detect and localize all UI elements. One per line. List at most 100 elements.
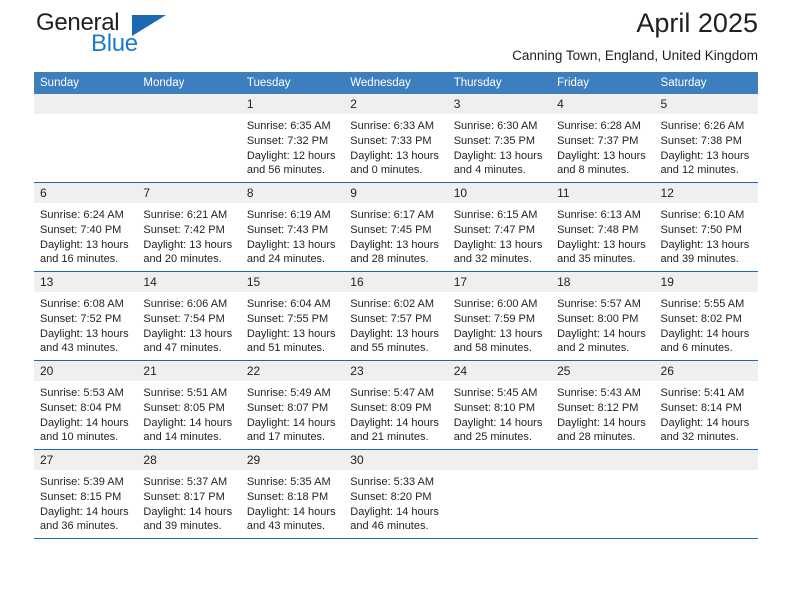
calendar-day-cell[interactable]: 25 Sunrise: 5:43 AM Sunset: 8:12 PM Dayligh… [551,361,655,450]
daylight-text-line2: and 47 minutes. [143,342,222,355]
calendar-day-cell[interactable]: 30 Sunrise: 5:33 AM Sunset: 8:20 PM Dayligh… [344,450,448,539]
sunrise-text: Sunrise: 6:24 AM [40,209,124,221]
brand-name-blue: Blue [91,30,138,57]
sunset-text: Sunset: 7:55 PM [246,312,329,325]
weekday-header-sunday: Sunday [34,72,138,94]
calendar-day-cell[interactable]: 23 Sunrise: 5:47 AM Sunset: 8:09 PM Dayligh… [344,361,448,450]
day-number: 21 [137,361,241,381]
sunrise-text: Sunrise: 6:21 AM [143,209,228,221]
sunset-text: Sunset: 7:52 PM [40,312,122,325]
daylight-text-line1: Daylight: 12 hours [246,149,336,162]
day-number: 6 [34,183,138,203]
sunrise-text: Sunrise: 6:19 AM [246,209,331,221]
sunrise-text: Sunrise: 5:41 AM [660,387,745,399]
daylight-text-line1: Daylight: 14 hours [557,327,646,340]
calendar-day-cell[interactable]: 6 Sunrise: 6:24 AM Sunset: 7:40 PM Daylight… [34,183,138,272]
calendar-day-cell[interactable]: 16 Sunrise: 6:02 AM Sunset: 7:57 PM Dayligh… [344,272,448,361]
weekday-header-wednesday: Wednesday [344,72,448,94]
day-details: Sunrise: 5:47 AM Sunset: 8:09 PM Daylight:… [344,381,447,445]
day-number [137,94,241,114]
day-details [34,114,137,119]
weekday-header-monday: Monday [137,72,241,94]
day-details: Sunrise: 6:24 AM Sunset: 7:40 PM Daylight:… [34,203,137,267]
sunrise-text: Sunrise: 5:53 AM [40,387,124,399]
calendar-day-cell[interactable]: 15 Sunrise: 6:04 AM Sunset: 7:55 PM Dayligh… [240,272,345,361]
sunrise-text: Sunrise: 6:06 AM [143,298,228,310]
calendar-day-cell[interactable]: 10 Sunrise: 6:15 AM Sunset: 7:47 PM Dayligh… [447,183,552,272]
daylight-text-line2: and 20 minutes. [143,253,222,266]
day-details: Sunrise: 6:33 AM Sunset: 7:33 PM Daylight:… [344,114,447,178]
daylight-text-line2: and 6 minutes. [660,342,733,355]
day-number: 1 [240,94,345,114]
weekday-header-saturday: Saturday [654,72,758,94]
day-details: Sunrise: 5:33 AM Sunset: 8:20 PM Daylight:… [344,470,447,534]
day-number [34,94,138,114]
sunrise-text: Sunrise: 5:55 AM [660,298,745,310]
day-number: 15 [240,272,345,292]
day-number: 17 [447,272,552,292]
calendar-week-row: 1 Sunrise: 6:35 AM Sunset: 7:32 PM Daylight… [34,94,758,183]
calendar-day-cell[interactable]: 27 Sunrise: 5:39 AM Sunset: 8:15 PM Dayligh… [34,450,138,539]
daylight-text-line2: and 21 minutes. [350,431,429,444]
calendar-day-cell[interactable]: 26 Sunrise: 5:41 AM Sunset: 8:14 PM Dayligh… [654,361,758,450]
calendar-day-cell[interactable]: 4 Sunrise: 6:28 AM Sunset: 7:37 PM Daylight… [551,94,655,183]
calendar-day-cell[interactable]: 11 Sunrise: 6:13 AM Sunset: 7:48 PM Dayligh… [551,183,655,272]
calendar-day-cell[interactable]: 29 Sunrise: 5:35 AM Sunset: 8:18 PM Dayligh… [240,450,345,539]
calendar-day-cell-empty [654,450,758,539]
day-details: Sunrise: 6:19 AM Sunset: 7:43 PM Daylight:… [241,203,344,267]
calendar-day-cell[interactable]: 20 Sunrise: 5:53 AM Sunset: 8:04 PM Dayligh… [34,361,138,450]
daylight-text-line1: Daylight: 13 hours [143,327,233,340]
calendar-day-cell[interactable]: 2 Sunrise: 6:33 AM Sunset: 7:33 PM Daylight… [344,94,448,183]
sunset-text: Sunset: 8:04 PM [40,401,122,414]
daylight-text-line2: and 43 minutes. [40,342,119,355]
calendar-day-cell[interactable]: 17 Sunrise: 6:00 AM Sunset: 7:59 PM Dayligh… [447,272,552,361]
sunset-text: Sunset: 7:38 PM [660,134,742,147]
sunrise-sunset-calendar: Sunday Monday Tuesday Wednesday Thursday Frid… [34,72,758,539]
day-number: 28 [137,450,241,470]
sunrise-text: Sunrise: 5:39 AM [40,476,124,488]
daylight-text-line2: and 39 minutes. [143,520,222,533]
sunrise-text: Sunrise: 5:37 AM [143,476,228,488]
daylight-text-line1: Daylight: 14 hours [350,416,439,429]
calendar-week-row: 20 Sunrise: 5:53 AM Sunset: 8:04 PM Dayligh… [34,361,758,450]
daylight-text-line1: Daylight: 14 hours [246,416,336,429]
calendar-day-cell[interactable]: 22 Sunrise: 5:49 AM Sunset: 8:07 PM Dayligh… [240,361,345,450]
calendar-day-cell[interactable]: 3 Sunrise: 6:30 AM Sunset: 7:35 PM Daylight… [447,94,552,183]
calendar-day-cell[interactable]: 19 Sunrise: 5:55 AM Sunset: 8:02 PM Dayligh… [654,272,758,361]
title-block: April 2025 Canning Town, England, United… [512,6,758,67]
calendar-week-row: 27 Sunrise: 5:39 AM Sunset: 8:15 PM Dayligh… [34,450,758,539]
day-number: 24 [447,361,552,381]
calendar-day-cell[interactable]: 24 Sunrise: 5:45 AM Sunset: 8:10 PM Dayligh… [447,361,552,450]
calendar-day-cell[interactable]: 13 Sunrise: 6:08 AM Sunset: 7:52 PM Dayligh… [34,272,138,361]
calendar-body: 1 Sunrise: 6:35 AM Sunset: 7:32 PM Daylight… [34,94,758,539]
day-details: Sunrise: 6:30 AM Sunset: 7:35 PM Daylight:… [448,114,551,178]
day-number: 14 [137,272,241,292]
daylight-text-line2: and 4 minutes. [453,164,526,177]
day-details: Sunrise: 6:15 AM Sunset: 7:47 PM Daylight:… [448,203,551,267]
day-number: 11 [551,183,655,203]
day-number: 23 [344,361,448,381]
calendar-day-cell[interactable]: 21 Sunrise: 5:51 AM Sunset: 8:05 PM Dayligh… [137,361,241,450]
calendar-day-cell[interactable]: 12 Sunrise: 6:10 AM Sunset: 7:50 PM Dayligh… [654,183,758,272]
sunset-text: Sunset: 8:12 PM [557,401,639,414]
calendar-day-cell[interactable]: 8 Sunrise: 6:19 AM Sunset: 7:43 PM Daylight… [240,183,345,272]
calendar-day-cell[interactable]: 5 Sunrise: 6:26 AM Sunset: 7:38 PM Daylight… [654,94,758,183]
calendar-day-cell[interactable]: 9 Sunrise: 6:17 AM Sunset: 7:45 PM Daylight… [344,183,448,272]
sunrise-text: Sunrise: 6:13 AM [557,209,641,221]
day-number: 20 [34,361,138,381]
calendar-day-cell[interactable]: 1 Sunrise: 6:35 AM Sunset: 7:32 PM Daylight… [240,94,345,183]
calendar-header: Sunday Monday Tuesday Wednesday Thursday Frid… [34,72,758,94]
daylight-text-line1: Daylight: 13 hours [246,238,336,251]
day-number: 22 [240,361,345,381]
daylight-text-line1: Daylight: 13 hours [143,238,233,251]
daylight-text-line1: Daylight: 13 hours [557,149,646,162]
calendar-day-cell[interactable]: 14 Sunrise: 6:06 AM Sunset: 7:54 PM Dayligh… [137,272,241,361]
brand-logo[interactable]: General Blue [36,10,246,62]
sunrise-text: Sunrise: 6:30 AM [453,120,538,132]
page-title: April 2025 [636,8,758,38]
calendar-day-cell[interactable]: 7 Sunrise: 6:21 AM Sunset: 7:42 PM Daylight… [137,183,241,272]
calendar-day-cell[interactable]: 18 Sunrise: 5:57 AM Sunset: 8:00 PM Dayligh… [551,272,655,361]
calendar-day-cell[interactable]: 28 Sunrise: 5:37 AM Sunset: 8:17 PM Dayligh… [137,450,241,539]
calendar-day-cell-empty [137,94,241,183]
day-details [655,470,758,475]
